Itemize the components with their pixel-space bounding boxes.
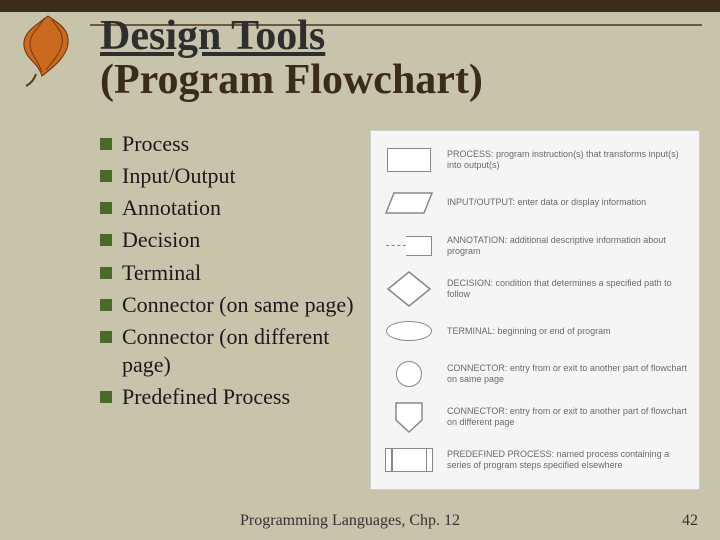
bullet-icon	[100, 267, 112, 279]
slide: Design Tools (Program Flowchart) Process…	[0, 0, 720, 540]
legend-desc: CONNECTOR: entry from or exit to another…	[447, 406, 689, 428]
bullet-icon	[100, 202, 112, 214]
bullet-text: Connector (on same page)	[122, 291, 354, 319]
list-item: Process	[100, 130, 360, 158]
top-border	[0, 0, 720, 12]
bullet-text: Decision	[122, 226, 200, 254]
list-item: Predefined Process	[100, 383, 360, 411]
legend-desc: PREDEFINED PROCESS: named process contai…	[447, 449, 689, 471]
slide-title: Design Tools (Program Flowchart)	[100, 14, 700, 102]
ellipse-shape-icon	[381, 321, 437, 341]
title-line-2: (Program Flowchart)	[100, 58, 700, 102]
bullet-text: Input/Output	[122, 162, 236, 190]
annotation-shape-icon	[381, 236, 437, 256]
bullet-text: Terminal	[122, 259, 201, 287]
leaf-ornament-icon	[8, 10, 88, 90]
legend-row-decision: DECISION: condition that determines a sp…	[381, 268, 689, 310]
page-number: 42	[682, 512, 698, 530]
slide-body: Process Input/Output Annotation Decision…	[100, 130, 700, 490]
bullet-text: Predefined Process	[122, 383, 290, 411]
bullet-icon	[100, 299, 112, 311]
bullet-icon	[100, 138, 112, 150]
legend-desc: DECISION: condition that determines a sp…	[447, 278, 689, 300]
predefined-shape-icon	[381, 448, 437, 472]
legend-desc: INPUT/OUTPUT: enter data or display info…	[447, 197, 689, 208]
bullet-icon	[100, 234, 112, 246]
bullet-text: Annotation	[122, 194, 221, 222]
legend-desc: CONNECTOR: entry from or exit to another…	[447, 363, 689, 385]
legend-row-terminal: TERMINAL: beginning or end of program	[381, 310, 689, 352]
bullet-text: Connector (on different page)	[122, 323, 360, 379]
parallelogram-shape-icon	[381, 191, 437, 215]
bullet-list: Process Input/Output Annotation Decision…	[100, 130, 360, 490]
slide-footer: Programming Languages, Chp. 12	[0, 512, 700, 530]
list-item: Connector (on same page)	[100, 291, 360, 319]
list-item: Annotation	[100, 194, 360, 222]
list-item: Terminal	[100, 259, 360, 287]
legend-desc: ANNOTATION: additional descriptive infor…	[447, 235, 689, 257]
legend-row-process: PROCESS: program instruction(s) that tra…	[381, 139, 689, 181]
legend-row-annotation: ANNOTATION: additional descriptive infor…	[381, 225, 689, 267]
list-item: Connector (on different page)	[100, 323, 360, 379]
legend-row-connector-diff: CONNECTOR: entry from or exit to another…	[381, 396, 689, 438]
bullet-text: Process	[122, 130, 189, 158]
legend-row-predefined: PREDEFINED PROCESS: named process contai…	[381, 439, 689, 481]
list-item: Input/Output	[100, 162, 360, 190]
pentagon-shape-icon	[381, 400, 437, 434]
process-shape-icon	[381, 148, 437, 172]
legend-row-io: INPUT/OUTPUT: enter data or display info…	[381, 182, 689, 224]
circle-shape-icon	[381, 361, 437, 387]
flowchart-legend: PROCESS: program instruction(s) that tra…	[370, 130, 700, 490]
list-item: Decision	[100, 226, 360, 254]
bullet-icon	[100, 331, 112, 343]
diamond-shape-icon	[381, 270, 437, 308]
title-line-1: Design Tools	[100, 14, 700, 58]
legend-desc: PROCESS: program instruction(s) that tra…	[447, 149, 689, 171]
legend-row-connector-same: CONNECTOR: entry from or exit to another…	[381, 353, 689, 395]
bullet-icon	[100, 170, 112, 182]
legend-desc: TERMINAL: beginning or end of program	[447, 326, 689, 337]
bullet-icon	[100, 391, 112, 403]
